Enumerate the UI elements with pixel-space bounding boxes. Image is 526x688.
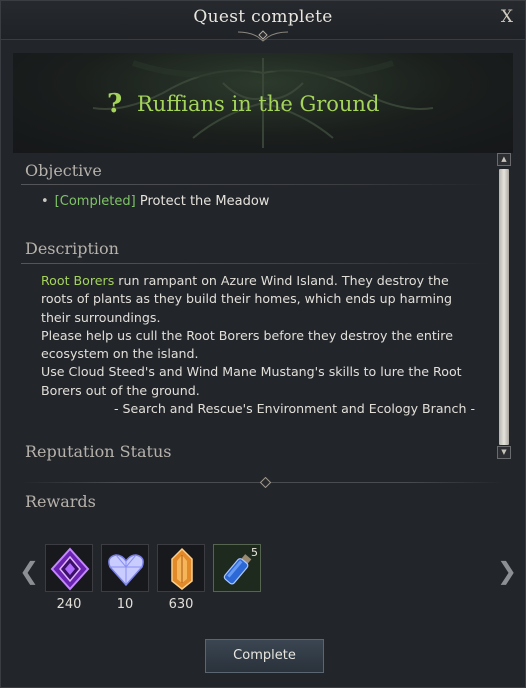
title-bar: Quest complete X <box>1 1 525 42</box>
reward-count-1: 240 <box>56 597 82 612</box>
scroll-thumb[interactable] <box>499 169 509 445</box>
amber-crystal-icon <box>171 547 193 590</box>
reward-slot-4[interactable]: 5 <box>213 544 261 592</box>
rewards-heading: Rewards <box>25 492 96 511</box>
purple-gem-icon <box>50 547 90 591</box>
description-underline <box>21 263 491 264</box>
objective-underline <box>21 184 491 185</box>
description-paragraph-3: Use Cloud Steed's and Wind Mane Mustang'… <box>41 364 462 398</box>
heart-crystal-icon <box>108 554 144 587</box>
description-paragraph-2: Please help us cull the Root Borers befo… <box>41 327 453 362</box>
description-highlight: Root Borers <box>41 273 115 288</box>
objective-item: • [Completed] Protect the Meadow <box>41 194 269 209</box>
reward-count-2: 10 <box>116 597 134 612</box>
close-button[interactable]: X <box>501 7 513 27</box>
quest-complete-window: Quest complete X ? Ruffians in the Groun… <box>0 0 526 688</box>
description-heading: Description <box>25 239 119 258</box>
objective-status: [Completed] <box>54 194 136 209</box>
window-title: Quest complete <box>193 7 333 27</box>
rewards-next-arrow-icon[interactable]: ❯ <box>497 557 517 585</box>
bullet-icon: • <box>41 194 49 209</box>
description-signature: - Search and Rescue's Environment and Ec… <box>113 401 475 417</box>
reward-slot-1[interactable] <box>45 544 93 592</box>
rewards-prev-arrow-icon[interactable]: ❮ <box>19 557 39 585</box>
quest-question-icon: ? <box>107 89 123 119</box>
description-body: Root Borers run rampant on Azure Wind Is… <box>41 272 479 418</box>
reward-slot-2[interactable] <box>101 544 149 592</box>
reputation-heading[interactable]: Reputation Status <box>25 442 171 461</box>
description-paragraph-1: Root Borers run rampant on Azure Wind Is… <box>41 272 479 327</box>
objective-text: Protect the Meadow <box>139 194 270 209</box>
quest-title: Ruffians in the Ground <box>137 92 380 116</box>
reward-slot-3[interactable] <box>157 544 205 592</box>
reward-count-3: 630 <box>168 597 194 612</box>
description-scrollbar[interactable]: ▲ ▼ <box>497 153 511 461</box>
title-ornament-icon <box>238 30 288 42</box>
reward-badge-4: 5 <box>251 546 258 559</box>
divider-diamond-icon <box>260 477 271 488</box>
scroll-up-button[interactable]: ▲ <box>497 153 511 166</box>
complete-button[interactable]: Complete <box>205 639 324 673</box>
scroll-down-button[interactable]: ▼ <box>497 446 511 459</box>
objective-heading: Objective <box>25 161 102 180</box>
